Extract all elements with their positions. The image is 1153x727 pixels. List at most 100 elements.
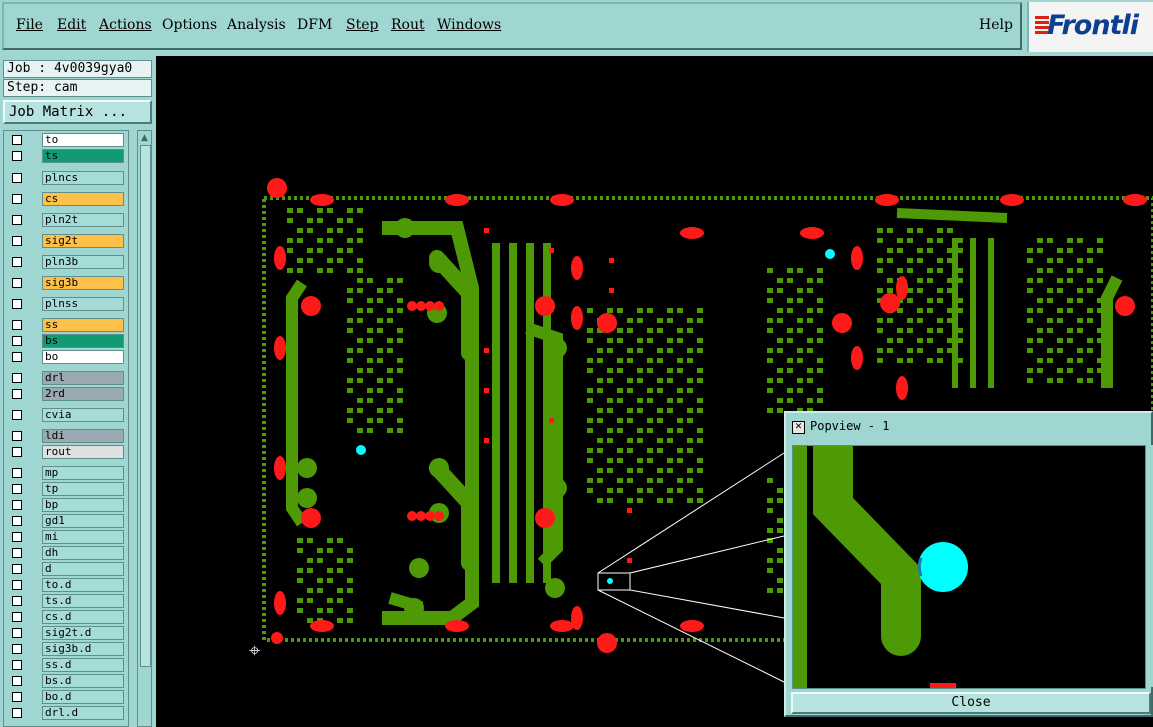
layer-name[interactable]: sig3b.d [42,642,124,656]
layer-checkbox[interactable] [12,532,22,542]
layer-name[interactable]: plnss [42,297,124,311]
layer-checkbox[interactable] [12,596,22,606]
layer-name[interactable]: pln2t [42,213,124,227]
layer-name[interactable]: ts.d [42,594,124,608]
layer-checkbox[interactable] [12,135,22,145]
layer-checkbox[interactable] [12,194,22,204]
menu-rout[interactable]: Rout [391,17,425,33]
layer-checkbox[interactable] [12,389,22,399]
layer-checkbox[interactable] [12,215,22,225]
layer-checkbox[interactable] [12,676,22,686]
pad [957,238,963,243]
layer-name[interactable]: drl [42,371,124,385]
scrollbar-thumb[interactable] [140,145,151,667]
layer-name[interactable]: d [42,562,124,576]
pad [337,538,343,543]
layer-checkbox[interactable] [12,299,22,309]
layer-checkbox[interactable] [12,692,22,702]
menu-step[interactable]: Step [346,17,378,33]
layer-name[interactable]: bs [42,334,124,348]
popview-canvas[interactable] [792,445,1146,689]
layer-name[interactable]: cs [42,192,124,206]
menu-file[interactable]: File [16,17,43,33]
pad [347,588,353,593]
menu-analysis[interactable]: Analysis [227,17,286,33]
layer-checkbox[interactable] [12,612,22,622]
popview-close-button[interactable]: Close [791,692,1151,714]
layer-name[interactable]: gd1 [42,514,124,528]
layer-checkbox[interactable] [12,236,22,246]
menu-edit[interactable]: Edit [57,17,86,33]
pad [357,338,363,343]
pad [767,568,773,573]
pad [687,498,693,503]
layer-name[interactable]: drl.d [42,706,124,720]
layer-name[interactable]: cvia [42,408,124,422]
layer-checkbox[interactable] [12,352,22,362]
layer-name[interactable]: cs.d [42,610,124,624]
layer-checkbox[interactable] [12,151,22,161]
layer-name[interactable]: sig3b [42,276,124,290]
layer-checkbox[interactable] [12,500,22,510]
layer-checkbox[interactable] [12,708,22,718]
layer-checkbox[interactable] [12,644,22,654]
menu-actions[interactable]: Actions [99,17,152,33]
menu-rout-label: Rout [391,17,425,33]
layer-name[interactable]: plncs [42,171,124,185]
layer-name[interactable]: rout [42,445,124,459]
pad [317,218,323,223]
pad [347,268,353,273]
pad [597,448,603,453]
layer-checkbox[interactable] [12,336,22,346]
layer-checkbox[interactable] [12,431,22,441]
layer-name[interactable]: pln3b [42,255,124,269]
layer-checkbox[interactable] [12,410,22,420]
layer-name[interactable]: bp [42,498,124,512]
layer-checkbox[interactable] [12,447,22,457]
layer-name[interactable]: sig2t [42,234,124,248]
layer-list-scrollbar[interactable]: ▲ [137,130,152,727]
layer-checkbox[interactable] [12,320,22,330]
pad [677,418,683,423]
layer-checkbox[interactable] [12,628,22,638]
menu-help[interactable]: Help [979,17,1013,33]
layer-checkbox[interactable] [12,173,22,183]
job-matrix-button[interactable]: Job Matrix ... [3,100,152,124]
scroll-up-icon[interactable]: ▲ [139,132,150,144]
layer-checkbox[interactable] [12,580,22,590]
menu-windows[interactable]: Windows [437,17,501,33]
layer-checkbox[interactable] [12,548,22,558]
layer-name[interactable]: ts [42,149,124,163]
layer-checkbox[interactable] [12,564,22,574]
pad [907,348,913,353]
layer-name[interactable]: ss.d [42,658,124,672]
layer-checkbox[interactable] [12,468,22,478]
layer-name[interactable]: bs.d [42,674,124,688]
layer-name[interactable]: mi [42,530,124,544]
layer-name[interactable]: dh [42,546,124,560]
menu-dfm[interactable]: DFM [297,17,332,33]
menu-options[interactable]: Options [162,17,217,33]
layer-checkbox[interactable] [12,660,22,670]
layer-name[interactable]: to.d [42,578,124,592]
layer-checkbox[interactable] [12,278,22,288]
layer-name[interactable]: ldi [42,429,124,443]
layer-name[interactable]: 2rd [42,387,124,401]
pad [387,428,393,433]
layer-name[interactable]: ss [42,318,124,332]
layer-checkbox[interactable] [12,516,22,526]
pad [697,468,703,473]
layer-checkbox[interactable] [12,484,22,494]
layer-name[interactable]: tp [42,482,124,496]
layer-name[interactable]: mp [42,466,124,480]
layer-name[interactable]: bo [42,350,124,364]
pad [297,538,303,543]
pad [667,368,673,373]
round-pad [404,598,424,618]
pad [617,448,623,453]
layer-checkbox[interactable] [12,257,22,267]
layer-name[interactable]: bo.d [42,690,124,704]
layer-name[interactable]: to [42,133,124,147]
layer-checkbox[interactable] [12,373,22,383]
layer-name[interactable]: sig2t.d [42,626,124,640]
